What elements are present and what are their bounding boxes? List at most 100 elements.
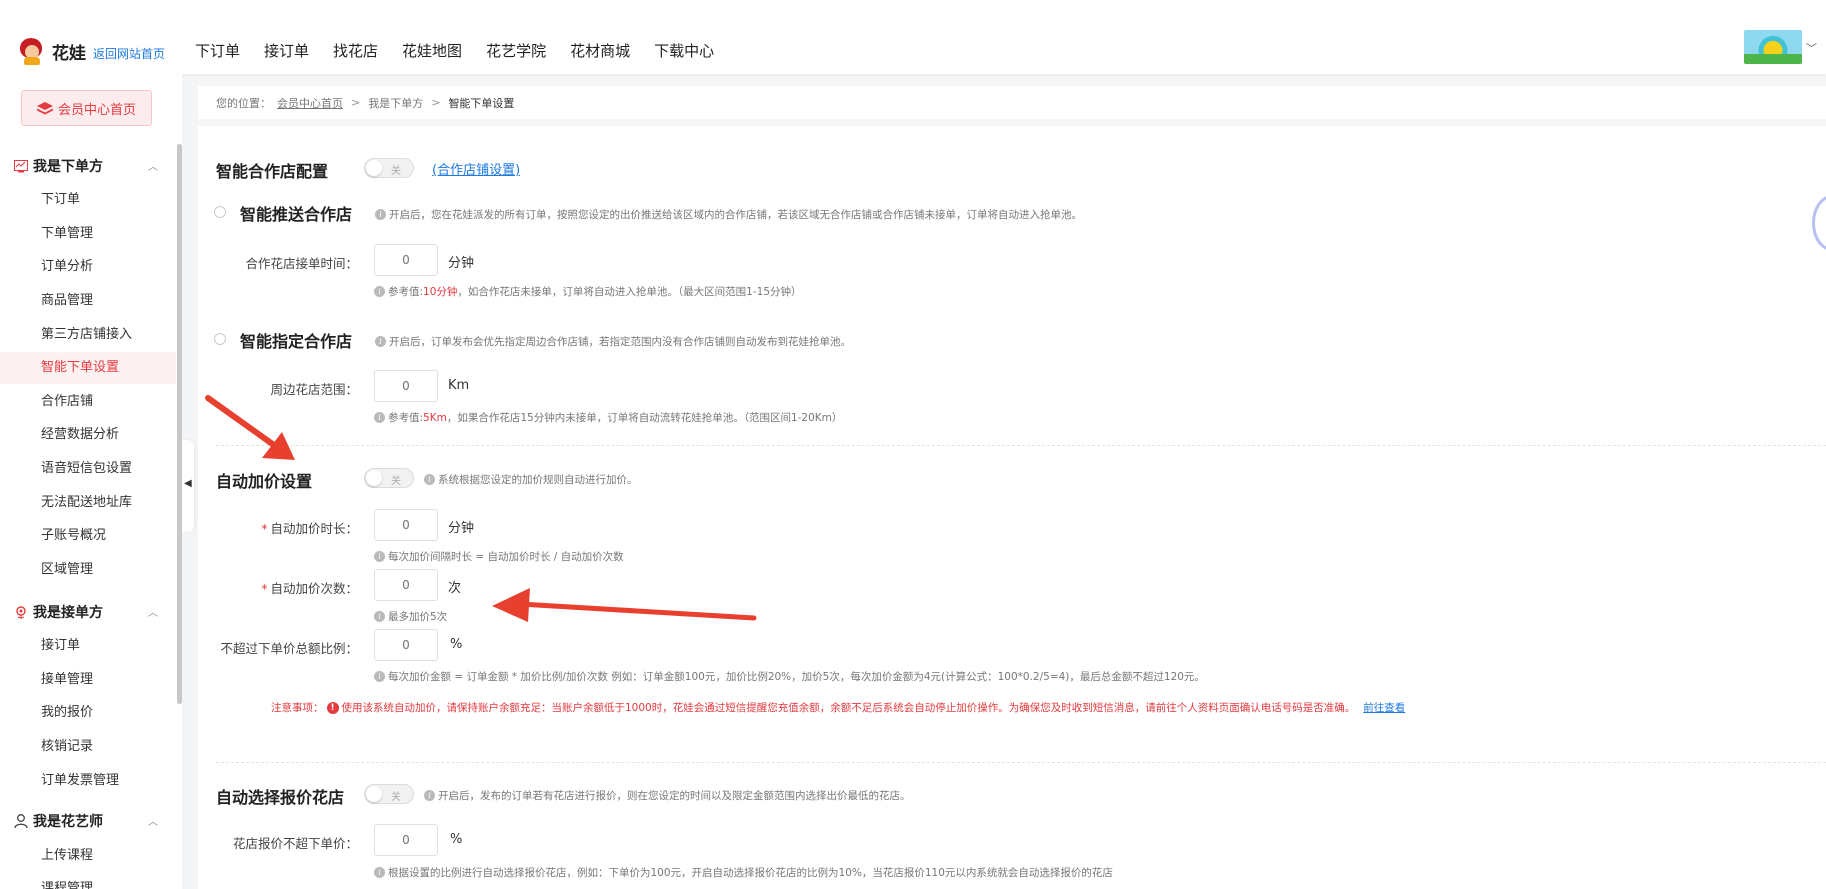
info-icon: i xyxy=(374,551,385,562)
user-icon xyxy=(14,814,28,828)
sidebar-item-coop-shops[interactable]: 合作店铺 xyxy=(0,386,176,418)
sidebar-item-course-manage[interactable]: 课程管理 xyxy=(0,874,176,889)
sidebar-collapse-toggle[interactable]: ◀ xyxy=(182,440,194,532)
group-title-orderer[interactable]: 我是下单方 xyxy=(14,156,103,176)
nav-map[interactable]: 花娃地图 xyxy=(402,40,462,61)
nearby-range-label: 周边花店范围： xyxy=(270,382,358,397)
coop-accept-time-hint: i 参考值: 10分钟 ，如合作花店未接单，订单将自动进入抢单池。（最大区间范围1-… xyxy=(374,284,802,299)
nav-download[interactable]: 下载中心 xyxy=(654,40,714,61)
logo[interactable]: 花娃 xyxy=(16,36,86,66)
sidebar-item-third-party[interactable]: 第三方店铺接入 xyxy=(0,319,176,351)
sidebar-item-order-analysis[interactable]: 订单分析 xyxy=(0,251,176,283)
sidebar-item-upload-course[interactable]: 上传课程 xyxy=(0,840,176,872)
smart-assign-radio[interactable] xyxy=(214,333,226,345)
coop-accept-time-input[interactable] xyxy=(374,244,438,276)
nav-take-order[interactable]: 接订单 xyxy=(264,40,309,61)
sidebar-item-take-order[interactable]: 接订单 xyxy=(0,630,176,662)
coop-toggle[interactable]: 关 xyxy=(364,158,414,178)
auto-price-ratio-hint: i 每次加价金额 = 订单金额 * 加价比例/加价次数 例如：订单金额100元，加… xyxy=(374,669,1205,684)
breadcrumb-home-link[interactable]: 会员中心首页 xyxy=(277,95,343,111)
chevron-up-icon[interactable]: ﹀ xyxy=(148,814,158,829)
toggle-label: 关 xyxy=(391,476,401,487)
auto-price-notice: 注意事项： ! 使用该系统自动加价，请保持账户余额充足：当账户余额低于1000时… xyxy=(271,700,1406,715)
nav-mall[interactable]: 花材商城 xyxy=(570,40,630,61)
auto-price-duration-unit: 分钟 xyxy=(448,521,475,536)
sidebar-item-order-manage[interactable]: 下单管理 xyxy=(0,218,176,250)
smart-push-title: 智能推送合作店 xyxy=(240,205,353,224)
section-divider xyxy=(216,445,1826,446)
chart-monitor-icon xyxy=(14,159,28,172)
breadcrumb-level2[interactable]: 我是下单方 xyxy=(368,95,423,111)
smart-push-radio[interactable] xyxy=(214,206,226,218)
sidebar-item-region[interactable]: 区域管理 xyxy=(0,554,176,586)
avatar[interactable] xyxy=(1744,30,1802,64)
info-icon: i xyxy=(375,336,386,347)
auto-price-count-unit: 次 xyxy=(448,581,462,596)
alert-icon: ! xyxy=(326,701,339,714)
quote-limit-hint: i 根据设置的比例进行自动选择报价花店，例如：下单价为100元，开启自动选择报价花… xyxy=(374,865,1113,880)
breadcrumb-current: 智能下单设置 xyxy=(448,96,515,110)
smart-push-desc: i 开启后，您在花娃派发的所有订单，按照您设定的出价推送给该区域内的合作店铺，若该… xyxy=(375,207,1082,222)
flower-icon xyxy=(16,606,26,619)
coop-shop-settings-link[interactable]: (合作店铺设置) xyxy=(432,159,520,178)
breadcrumb-separator-icon: > xyxy=(351,96,361,109)
auto-select-desc: i 开启后，发布的订单若有花店进行报价，则在您设定的时间以及限定金额范围内选择出价… xyxy=(424,788,911,803)
info-icon: i xyxy=(374,412,385,423)
sidebar-item-writeoff[interactable]: 核销记录 xyxy=(0,731,176,763)
auto-price-toggle[interactable]: 关 xyxy=(364,468,414,488)
auto-price-ratio-label: 不超过下单价总额比例： xyxy=(220,641,358,656)
nearby-range-input[interactable] xyxy=(374,370,438,402)
smart-assign-desc: i 开启后，订单发布会优先指定周边合作店铺，若指定范围内没有合作店铺则自动发布到花… xyxy=(375,334,851,349)
sidebar-item-business-data[interactable]: 经营数据分析 xyxy=(0,419,176,451)
chevron-up-icon[interactable]: ﹀ xyxy=(148,605,158,620)
sidebar-item-place-order[interactable]: 下订单 xyxy=(0,184,176,216)
breadcrumb: 您的位置： 会员中心首页 > 我是下单方 > 智能下单设置 xyxy=(198,86,1826,119)
go-view-link[interactable]: 前往查看 xyxy=(1363,700,1405,715)
nav-academy[interactable]: 花艺学院 xyxy=(486,40,546,61)
info-icon: i xyxy=(374,286,385,297)
member-home-button[interactable]: 会员中心首页 xyxy=(21,90,152,126)
info-icon: i xyxy=(374,611,385,622)
sidebar-item-goods[interactable]: 商品管理 xyxy=(0,285,176,317)
sidebar: 会员中心首页 我是下单方 ﹀ 下订单 下单管理 订单分析 商品管理 第三方店铺接… xyxy=(0,74,182,889)
auto-price-count-hint: i 最多加价5次 xyxy=(374,609,447,624)
info-icon: i xyxy=(424,474,435,485)
sidebar-item-smart-order[interactable]: 智能下单设置 xyxy=(0,352,176,384)
chevron-up-icon[interactable]: ﹀ xyxy=(148,159,158,174)
coop-accept-time-label: 合作花店接单时间： xyxy=(245,256,358,271)
auto-price-desc: i 系统根据您设定的加价规则自动进行加价。 xyxy=(424,472,638,487)
sidebar-item-sms-package[interactable]: 语音短信包设置 xyxy=(0,453,176,485)
auto-price-count-input[interactable] xyxy=(374,569,438,601)
sidebar-item-sub-accounts[interactable]: 子账号概况 xyxy=(0,520,176,552)
chevron-down-icon[interactable]: ﹀ xyxy=(1806,40,1817,56)
nav-find-shop[interactable]: 找花店 xyxy=(333,40,378,61)
sidebar-item-undeliverable[interactable]: 无法配送地址库 xyxy=(0,487,176,519)
sidebar-scrollbar[interactable] xyxy=(177,144,182,704)
coop-section-title: 智能合作店配置 xyxy=(216,162,329,181)
group-title-florist[interactable]: 我是花艺师 xyxy=(14,811,103,831)
nav-place-order[interactable]: 下订单 xyxy=(195,40,240,61)
quote-limit-label: 花店报价不超下单价： xyxy=(232,836,358,851)
auto-price-duration-label: * 自动加价时长： xyxy=(261,521,358,536)
auto-price-duration-input[interactable] xyxy=(374,509,438,541)
breadcrumb-separator-icon: > xyxy=(431,96,441,109)
auto-select-toggle[interactable]: 关 xyxy=(364,784,414,804)
quote-limit-unit: % xyxy=(450,832,463,847)
auto-price-section-title: 自动加价设置 xyxy=(216,472,313,491)
group-title-label: 我是花艺师 xyxy=(33,814,103,830)
back-home-link[interactable]: 返回网站首页 xyxy=(93,45,165,62)
group-title-receiver[interactable]: 我是接单方 xyxy=(14,602,103,622)
auto-price-ratio-input[interactable] xyxy=(374,629,438,661)
coop-accept-time-unit: 分钟 xyxy=(448,256,475,271)
main-nav: 下订单 接订单 找花店 花娃地图 花艺学院 花材商城 下载中心 xyxy=(195,40,738,61)
toggle-label: 关 xyxy=(391,166,401,177)
auto-price-duration-hint: i 每次加价间隔时长 = 自动加价时长 / 自动加价次数 xyxy=(374,549,624,564)
caret-left-icon: ◀ xyxy=(184,478,192,489)
logo-text: 花娃 xyxy=(52,43,86,64)
sidebar-item-invoice[interactable]: 订单发票管理 xyxy=(0,765,176,797)
smart-assign-title: 智能指定合作店 xyxy=(240,332,353,351)
quote-limit-input[interactable] xyxy=(374,824,438,856)
sidebar-item-take-manage[interactable]: 接单管理 xyxy=(0,664,176,696)
layers-icon xyxy=(36,101,53,114)
sidebar-item-my-quotes[interactable]: 我的报价 xyxy=(0,697,176,729)
